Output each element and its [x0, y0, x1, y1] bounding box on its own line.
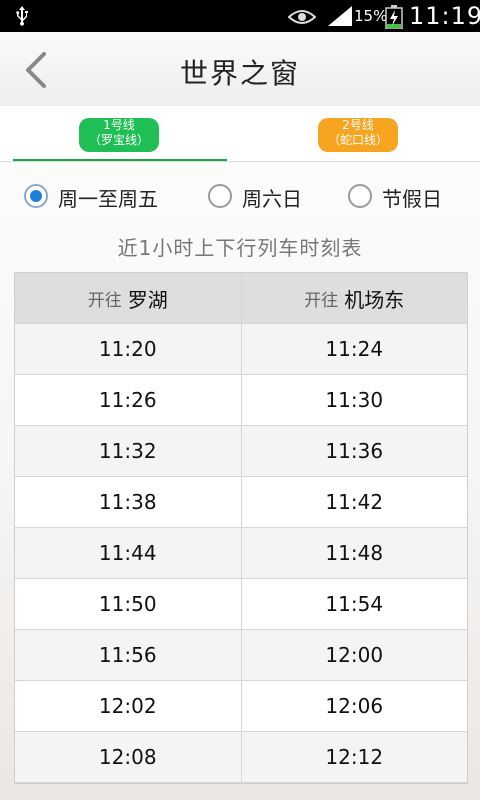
radio-weekend-label: 周六日 [242, 187, 302, 211]
departure-time: 12:12 [241, 732, 467, 783]
table-row: 11:32 11:36 [15, 426, 467, 477]
tab-line-1-name: （罗宝线） [88, 133, 149, 147]
battery-percent: 15% [354, 7, 388, 25]
column-header-airport-east: 开往 机场东 [241, 273, 467, 324]
departure-time: 11:20 [15, 324, 242, 375]
departure-time: 11:48 [241, 528, 467, 579]
tab-line-2-number: 2号线 [342, 118, 374, 132]
departure-time: 12:08 [15, 732, 242, 783]
tab-line-2-name: （蛇口线） [327, 133, 388, 147]
tab-line-1-number: 1号线 [103, 118, 135, 132]
departure-time: 12:00 [241, 630, 467, 681]
departure-time: 11:38 [15, 477, 242, 528]
clock: 11:19 [409, 2, 480, 30]
tabs-divider [0, 161, 480, 162]
departure-time: 11:42 [241, 477, 467, 528]
radio-unselected-icon [208, 184, 232, 208]
column-destination: 罗湖 [127, 287, 168, 312]
radio-weekdays[interactable]: 周一至周五 [24, 184, 184, 211]
usb-icon [14, 6, 30, 30]
title-bar: 世界之窗 [0, 32, 480, 107]
tab-line-2[interactable]: 2号线 （蛇口线） [318, 118, 398, 152]
departure-time: 11:30 [241, 375, 467, 426]
radio-holiday-label: 节假日 [382, 187, 442, 211]
status-bar: 15% 11:19 [0, 0, 480, 32]
departure-time: 11:32 [15, 426, 242, 477]
column-header-luohu: 开往 罗湖 [15, 273, 242, 324]
table-row: 11:38 11:42 [15, 477, 467, 528]
departure-time: 12:06 [241, 681, 467, 732]
column-prefix: 开往 [304, 290, 339, 311]
radio-weekdays-label: 周一至周五 [58, 187, 158, 211]
table-row: 12:08 12:12 [15, 732, 467, 783]
timetable-subtitle: 近1小时上下行列车时刻表 [117, 236, 363, 260]
table-header: 开往 罗湖 开往 机场东 [15, 273, 467, 324]
column-prefix: 开往 [87, 290, 122, 311]
radio-holiday[interactable]: 节假日 [348, 184, 458, 211]
table-row: 11:50 11:54 [15, 579, 467, 630]
departure-time: 11:24 [241, 324, 467, 375]
battery-charging-icon [385, 5, 403, 33]
table-row: 12:02 12:06 [15, 681, 467, 732]
eye-icon [287, 9, 317, 29]
departure-time: 11:56 [15, 630, 242, 681]
departure-time: 11:36 [241, 426, 467, 477]
timetable: 开往 罗湖 开往 机场东 11:20 11:24 11:26 11:30 11:… [14, 272, 468, 784]
radio-selected-icon [24, 184, 48, 208]
table-row: 11:20 11:24 [15, 324, 467, 375]
tab-line-1[interactable]: 1号线 （罗宝线） [79, 118, 159, 152]
radio-weekend[interactable]: 周六日 [208, 184, 318, 211]
table-row: 11:44 11:48 [15, 528, 467, 579]
departure-time: 12:02 [15, 681, 242, 732]
signal-icon [328, 6, 352, 30]
departure-time: 11:50 [15, 579, 242, 630]
table-row: 11:56 12:00 [15, 630, 467, 681]
line-tabs: 1号线 （罗宝线） 2号线 （蛇口线） [0, 106, 480, 162]
radio-unselected-icon [348, 184, 372, 208]
departure-time: 11:26 [15, 375, 242, 426]
column-destination: 机场东 [344, 287, 405, 312]
page-title: 世界之窗 [179, 57, 300, 90]
departure-time: 11:44 [15, 528, 242, 579]
departure-time: 11:54 [241, 579, 467, 630]
table-row: 11:26 11:30 [15, 375, 467, 426]
